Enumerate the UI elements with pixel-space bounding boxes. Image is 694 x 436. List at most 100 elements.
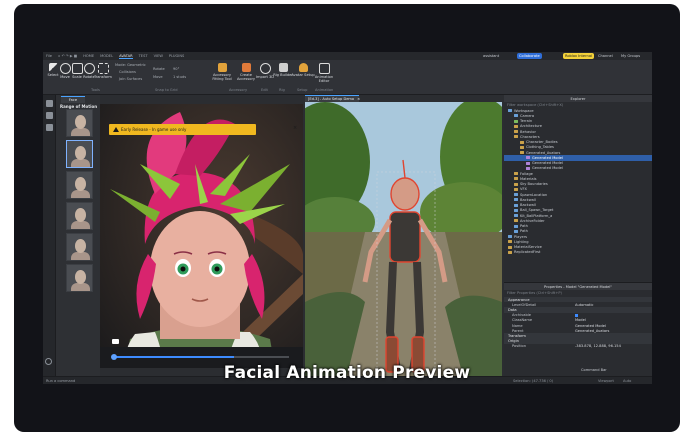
property-value[interactable]: Model: [575, 318, 586, 322]
property-key: Archivable: [512, 313, 531, 318]
channel-menu[interactable]: Channel: [596, 53, 615, 59]
property-value[interactable]: -383.878, 12.888, 96.154: [575, 344, 621, 348]
checkbox[interactable]: [575, 313, 578, 317]
explorer-item-label: ReplicatedFirst: [514, 250, 541, 255]
explorer-item-label: Players: [514, 234, 528, 239]
avatar-setup-button[interactable]: Avatar Setup: [291, 63, 315, 77]
menu-bar: File ▫ ↶ ↷ ▶ ■ HOME MODEL AVATAR TEST VI…: [43, 52, 652, 60]
tab-avatar[interactable]: AVATAR: [119, 54, 133, 59]
properties-title: Properties - Model "Generated Model": [504, 283, 652, 290]
body-icon[interactable]: [45, 124, 53, 131]
explorer-item-label: Path: [520, 224, 528, 229]
explorer-item-label: Generated_Avatars: [526, 150, 561, 155]
collisions-toggle[interactable]: Collisions: [119, 70, 136, 74]
explorer-item-label: Backwall: [520, 203, 536, 208]
explorer-item[interactable]: ReplicatedFirst: [504, 250, 652, 255]
move-snap-toggle[interactable]: Move: [153, 75, 163, 79]
folder-icon: [514, 182, 518, 186]
rotate-snap-value[interactable]: 90°: [173, 67, 179, 71]
tab-view[interactable]: VIEW: [154, 54, 163, 58]
warning-icon: [113, 127, 119, 132]
property-row[interactable]: Position -383.878, 12.888, 96.154: [504, 344, 652, 349]
setup-group-label: Setup: [297, 88, 308, 92]
property-section-label: Transform: [508, 333, 526, 338]
explorer-item-label: Character_Bodies: [526, 140, 558, 145]
explorer-item-label: SpawnLocation: [520, 192, 548, 197]
close-icon[interactable]: ×: [293, 125, 297, 131]
pin-icon[interactable]: [45, 100, 53, 107]
accessory-icon: [241, 63, 251, 72]
transform-tool-button[interactable]: Transform: [94, 63, 112, 79]
face-pose-thumbnail[interactable]: [66, 264, 93, 292]
animation-icon: [318, 63, 330, 74]
join-surfaces-toggle[interactable]: Join Surfaces: [119, 77, 142, 81]
tab-test[interactable]: TEST: [139, 54, 148, 58]
avatar-icon: [298, 63, 308, 72]
property-section-label: Origin: [508, 339, 519, 344]
explorer-item-label: Characters: [520, 134, 540, 139]
user-menu[interactable]: assistant: [481, 53, 501, 59]
object-icon: [508, 235, 512, 239]
timeline-handle[interactable]: [111, 354, 117, 360]
face-pose-thumbnail[interactable]: [66, 109, 93, 137]
rig-builder-button[interactable]: Rig Builder: [273, 63, 293, 77]
collaborate-button[interactable]: Collaborate: [517, 53, 542, 59]
folder-icon: [520, 151, 524, 155]
folder-icon: [520, 145, 524, 149]
property-value[interactable]: Generated_Avatars: [575, 329, 609, 333]
object-icon: [514, 119, 518, 123]
object-icon: [526, 156, 530, 160]
character-face-render: [100, 104, 303, 368]
property-section-label: Data: [508, 307, 517, 312]
camera-icon[interactable]: [112, 339, 119, 344]
face-pose-thumbnail[interactable]: [66, 202, 93, 230]
property-section-label: Appearance: [508, 297, 530, 302]
tab-plugins[interactable]: PLUGINS: [169, 54, 184, 58]
create-accessory-button[interactable]: Create Accessory: [235, 63, 257, 81]
rig-icon: [278, 63, 288, 72]
property-key: LevelOfDetail: [512, 302, 537, 307]
object-icon: [514, 198, 518, 202]
mode-select[interactable]: Mode: Geometric: [115, 63, 146, 67]
file-menu[interactable]: File: [46, 54, 52, 58]
explorer-item-label: Generated Model: [532, 161, 563, 166]
object-icon: [526, 166, 530, 170]
studio-window: File ▫ ↶ ↷ ▶ ■ HOME MODEL AVATAR TEST VI…: [43, 52, 652, 384]
property-value[interactable]: Generated Model: [575, 324, 606, 328]
early-release-banner: Early Release - In game use only: [109, 124, 256, 135]
folder-icon: [508, 250, 512, 254]
object-icon: [514, 208, 518, 212]
object-icon: [514, 229, 518, 233]
rotate-snap-toggle[interactable]: Rotate: [153, 67, 165, 71]
explorer-item-label: ArchiveFolder: [520, 218, 545, 223]
folder-icon: [514, 135, 518, 139]
tab-model[interactable]: MODEL: [100, 54, 113, 58]
import-3d-button[interactable]: Import 3D: [256, 63, 274, 79]
face-icon[interactable]: [45, 112, 53, 119]
groups-menu[interactable]: My Groups: [619, 53, 642, 59]
explorer-title: Explorer: [504, 95, 652, 102]
toolbar-quick-icons[interactable]: ▫ ↶ ↷ ▶ ■: [58, 54, 77, 58]
timeline-progress: [114, 356, 234, 358]
properties-filter-input[interactable]: Filter Properties (Ctrl+Shift+P): [507, 291, 562, 295]
tab-home[interactable]: HOME: [83, 54, 94, 58]
tab-face[interactable]: Face: [61, 96, 85, 103]
property-key: Name: [512, 323, 523, 328]
animation-editor-button[interactable]: Animation Editor: [313, 63, 335, 83]
object-icon: [508, 109, 512, 113]
tab-viewport[interactable]: [Ed.3] - Auto Setup Demo ×: [305, 95, 360, 102]
face-preview-viewport[interactable]: Early Release - In game use only ×: [100, 104, 303, 368]
scene-viewport[interactable]: [305, 102, 502, 384]
explorer-filter-input[interactable]: Filter workspace (Ctrl+Shift+X): [507, 103, 563, 107]
face-pose-thumbnail[interactable]: [66, 233, 93, 261]
explorer-item-label: Behavior: [520, 129, 536, 134]
face-pose-thumbnail[interactable]: [66, 171, 93, 199]
explorer-item-label: Ball_Spawn_Target: [520, 208, 554, 213]
accessory-fitting-button[interactable]: Accessory Fitting Tool: [211, 63, 233, 81]
move-snap-value[interactable]: 1 studs: [173, 75, 186, 79]
property-value[interactable]: Automatic: [575, 303, 593, 307]
folder-icon: [514, 130, 518, 134]
property-key: Position: [512, 344, 526, 349]
tools-group-label: Tools: [91, 88, 100, 92]
face-pose-thumbnail[interactable]: [66, 140, 93, 168]
